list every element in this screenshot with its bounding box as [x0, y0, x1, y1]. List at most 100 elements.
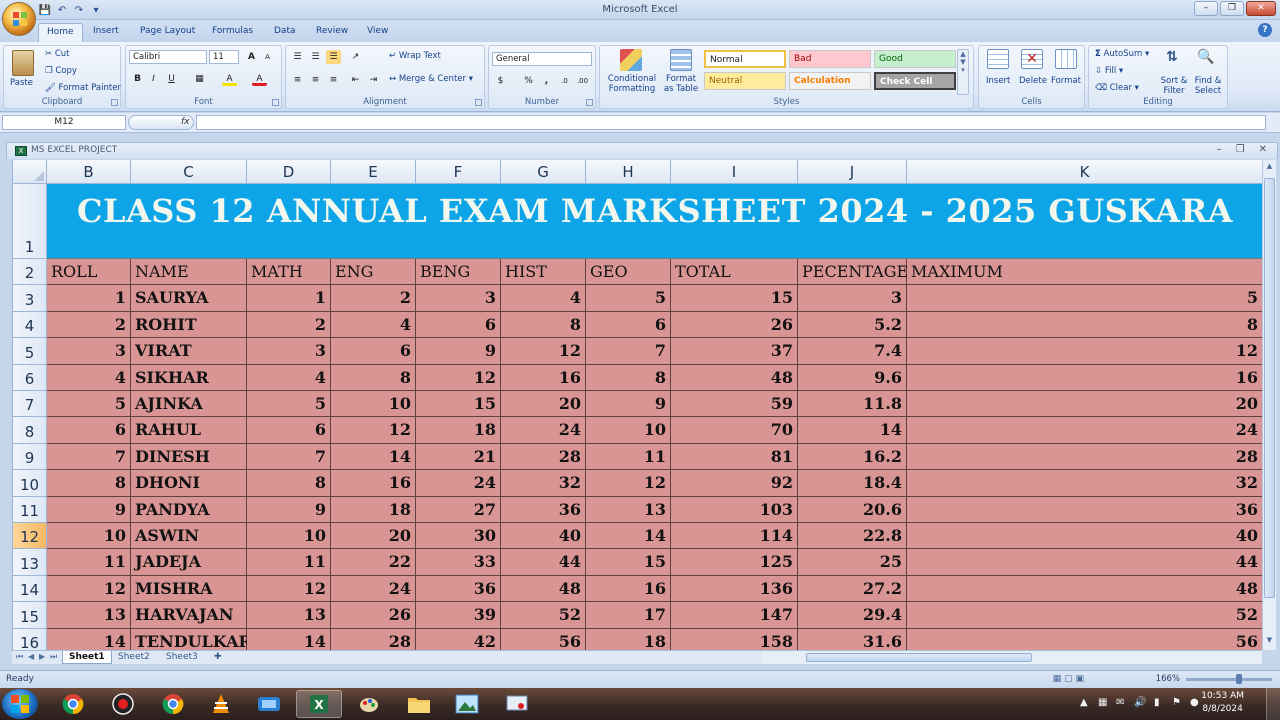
- row-header-8[interactable]: 8: [13, 417, 47, 444]
- cell-e-10[interactable]: 16: [331, 470, 416, 497]
- cell-e-6[interactable]: 8: [331, 364, 416, 391]
- chrome-taskbar-icon[interactable]: [50, 690, 96, 718]
- cell-k-13[interactable]: 44: [907, 549, 1262, 576]
- tab-view[interactable]: View: [359, 23, 396, 42]
- cell-g-8[interactable]: 24: [501, 417, 586, 444]
- cell-c-10[interactable]: DHONI: [131, 470, 247, 497]
- cell-c-9[interactable]: DINESH: [131, 443, 247, 471]
- cell-style-bad[interactable]: Bad: [789, 50, 871, 68]
- cell-i-6[interactable]: 48: [671, 364, 798, 391]
- tab-home[interactable]: Home: [38, 23, 83, 42]
- cell-i-10[interactable]: 92: [671, 470, 798, 497]
- comma-button[interactable]: ,: [539, 74, 554, 88]
- cell-j-11[interactable]: 20.6: [798, 496, 907, 523]
- row-header-7[interactable]: 7: [13, 391, 47, 418]
- cell-k-11[interactable]: 36: [907, 496, 1262, 523]
- paste-icon[interactable]: [12, 50, 34, 76]
- delete-cells-button[interactable]: Delete: [1019, 76, 1047, 86]
- minimize-button[interactable]: –: [1194, 1, 1218, 16]
- cell-f-7[interactable]: 15: [416, 391, 501, 418]
- sheet-tab-2[interactable]: Sheet2: [112, 651, 156, 664]
- cell-d-4[interactable]: 2: [247, 311, 331, 339]
- tab-review[interactable]: Review: [308, 23, 356, 42]
- cell-b-11[interactable]: 9: [47, 496, 131, 523]
- row-header-4[interactable]: 4: [13, 311, 47, 339]
- photo-viewer-taskbar-icon[interactable]: [444, 690, 490, 718]
- row-header-6[interactable]: 6: [13, 364, 47, 391]
- column-header-b[interactable]: B: [47, 160, 131, 184]
- header-cell-j[interactable]: PECENTAGE: [798, 259, 908, 286]
- cell-b-14[interactable]: 12: [47, 575, 131, 603]
- cell-g-9[interactable]: 28: [501, 443, 586, 471]
- clipboard-launcher-icon[interactable]: [111, 99, 118, 106]
- row-header-15[interactable]: 15: [13, 602, 47, 629]
- cell-f-12[interactable]: 30: [416, 523, 501, 550]
- format-as-table-button[interactable]: Format as Table: [660, 74, 702, 94]
- normal-view-icon[interactable]: ▦: [1053, 674, 1062, 684]
- row-header-5[interactable]: 5: [13, 338, 47, 365]
- wrap-text-button[interactable]: ↵ Wrap Text: [389, 51, 441, 61]
- cell-i-11[interactable]: 103: [671, 496, 798, 523]
- align-right-icon[interactable]: ≡: [326, 73, 341, 87]
- chrome-profile-taskbar-icon[interactable]: [150, 690, 196, 718]
- cell-g-10[interactable]: 32: [501, 470, 586, 497]
- shrink-font-button[interactable]: A: [260, 50, 275, 64]
- cell-k-4[interactable]: 8: [907, 311, 1262, 339]
- tab-page-layout[interactable]: Page Layout: [132, 23, 203, 42]
- cell-c-15[interactable]: HARVAJAN: [131, 602, 247, 629]
- cell-f-4[interactable]: 6: [416, 311, 501, 339]
- align-center-icon[interactable]: ≡: [308, 73, 323, 87]
- cell-f-15[interactable]: 39: [416, 602, 501, 629]
- alignment-launcher-icon[interactable]: [475, 99, 482, 106]
- cell-k-8[interactable]: 24: [907, 417, 1262, 444]
- vertical-scrollbar[interactable]: ▲ ▼: [1262, 160, 1276, 650]
- cell-k-15[interactable]: 52: [907, 602, 1262, 629]
- cell-e-11[interactable]: 18: [331, 496, 416, 523]
- cell-d-15[interactable]: 13: [247, 602, 331, 629]
- cell-e-15[interactable]: 26: [331, 602, 416, 629]
- paste-button[interactable]: Paste: [10, 78, 33, 88]
- horizontal-scroll-thumb[interactable]: [806, 653, 1032, 662]
- clear-button[interactable]: ⌫ Clear ▾: [1095, 83, 1139, 93]
- cell-d-5[interactable]: 3: [247, 338, 331, 365]
- cell-c-4[interactable]: ROHIT: [131, 311, 247, 339]
- cell-i-8[interactable]: 70: [671, 417, 798, 444]
- cell-h-10[interactable]: 12: [586, 470, 671, 497]
- font-launcher-icon[interactable]: [272, 99, 279, 106]
- column-header-k[interactable]: K: [907, 160, 1262, 184]
- restore-button[interactable]: ❐: [1220, 1, 1244, 16]
- cell-b-10[interactable]: 8: [47, 470, 131, 497]
- cell-h-5[interactable]: 7: [586, 338, 671, 365]
- insert-sheet-icon[interactable]: ✚: [208, 651, 228, 664]
- cell-h-14[interactable]: 16: [586, 575, 671, 603]
- cell-c-6[interactable]: SIKHAR: [131, 364, 247, 391]
- copy-button[interactable]: ❐ Copy: [45, 66, 77, 76]
- cell-h-3[interactable]: 5: [586, 285, 671, 312]
- column-header-h[interactable]: H: [586, 160, 671, 184]
- cell-style-neutral[interactable]: Neutral: [704, 72, 786, 90]
- name-box[interactable]: M12: [2, 115, 126, 130]
- system-clock[interactable]: 10:53 AM 8/8/2024: [1201, 690, 1244, 716]
- column-header-g[interactable]: G: [501, 160, 586, 184]
- cell-e-14[interactable]: 24: [331, 575, 416, 603]
- cell-f-9[interactable]: 21: [416, 443, 501, 471]
- cell-b-5[interactable]: 3: [47, 338, 131, 365]
- last-sheet-icon[interactable]: ⏭: [50, 652, 57, 662]
- cell-c-14[interactable]: MISHRA: [131, 575, 247, 603]
- cell-j-9[interactable]: 16.2: [798, 443, 907, 471]
- decrease-decimal-icon[interactable]: .00: [575, 74, 590, 88]
- cell-b-9[interactable]: 7: [47, 443, 131, 471]
- cell-e-7[interactable]: 10: [331, 391, 416, 418]
- cell-style-check-cell[interactable]: Check Cell: [874, 72, 956, 90]
- cell-j-5[interactable]: 7.4: [798, 338, 907, 365]
- tab-data[interactable]: Data: [266, 23, 304, 42]
- volume-icon[interactable]: 🔊: [1134, 697, 1146, 708]
- cell-c-12[interactable]: ASWIN: [131, 523, 247, 550]
- cell-d-14[interactable]: 12: [247, 575, 331, 603]
- tab-formulas[interactable]: Formulas: [204, 23, 261, 42]
- cell-h-16[interactable]: 18: [586, 628, 671, 650]
- cell-e-13[interactable]: 22: [331, 549, 416, 576]
- cell-i-12[interactable]: 114: [671, 523, 798, 550]
- cell-j-8[interactable]: 14: [798, 417, 907, 444]
- autosum-button[interactable]: Σ AutoSum ▾: [1095, 49, 1149, 59]
